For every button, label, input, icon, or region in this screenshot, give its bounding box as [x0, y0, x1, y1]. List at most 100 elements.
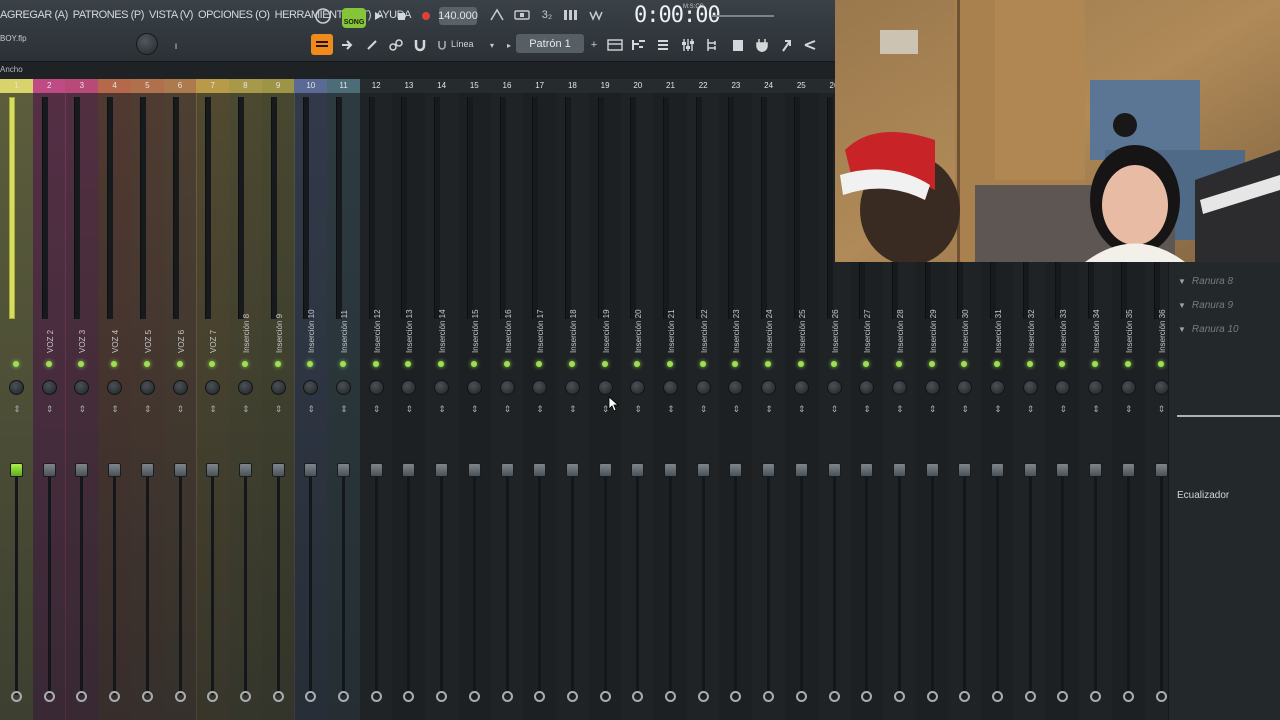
playlist-icon[interactable] [604, 35, 626, 55]
pan-knob[interactable] [205, 380, 221, 395]
send-route-button[interactable] [272, 691, 284, 702]
track-enable-led[interactable] [895, 361, 902, 367]
volume-fader[interactable] [500, 463, 514, 477]
paint-brush-icon[interactable] [361, 35, 383, 55]
wait-input-icon[interactable] [511, 5, 533, 25]
volume-fader[interactable] [1089, 463, 1103, 477]
track-enable-led[interactable] [176, 361, 183, 367]
track-label[interactable]: Inserción 30 [961, 309, 970, 353]
master-volume-slider[interactable] [712, 15, 774, 17]
countdown-icon[interactable]: 3₂ [536, 5, 558, 25]
volume-fader[interactable] [598, 463, 612, 477]
send-route-button[interactable] [338, 691, 349, 702]
send-route-button[interactable] [1057, 691, 1069, 702]
mixer-track[interactable]: 15 Inserción 15 ⇕ [457, 81, 491, 720]
pan-knob[interactable] [957, 380, 973, 395]
track-enable-led[interactable] [699, 361, 706, 367]
track-enable-led[interactable] [830, 361, 837, 367]
track-enable-led[interactable] [438, 361, 445, 367]
send-route-button[interactable] [1122, 691, 1134, 702]
stereo-separation-icon[interactable]: ⇕ [990, 405, 1006, 429]
volume-fader[interactable] [1121, 463, 1135, 477]
volume-fader[interactable] [140, 463, 154, 477]
track-enable-led[interactable] [667, 361, 673, 367]
fx-slot-8[interactable]: ▼ Ranura 8 [1178, 276, 1278, 296]
mixer-track[interactable]: 8 Inserción 8 ⇕ [228, 79, 262, 720]
cut-icon[interactable] [799, 35, 821, 55]
send-route-button[interactable] [403, 691, 415, 702]
track-label[interactable]: Inserción 22 [700, 309, 709, 353]
track-label[interactable]: Inserción 10 [307, 309, 316, 353]
pan-knob[interactable] [1088, 380, 1104, 395]
mixer-track[interactable]: 10 Inserción 10 ⇕ [294, 79, 328, 720]
send-route-button[interactable] [207, 691, 219, 702]
send-route-button[interactable] [632, 691, 644, 702]
track-label[interactable]: VOZ 3 [78, 330, 87, 353]
track-label[interactable]: Inserción 16 [504, 309, 513, 353]
track-label[interactable]: Inserción 32 [1027, 309, 1036, 353]
volume-fader[interactable] [1056, 463, 1070, 477]
track-label[interactable]: Inserción 21 [667, 309, 676, 353]
menu-vista[interactable]: VISTA (V) [149, 9, 193, 21]
volume-fader[interactable] [925, 463, 939, 477]
step-edit-icon[interactable] [560, 5, 582, 25]
pan-knob[interactable] [695, 380, 711, 395]
volume-fader[interactable] [631, 463, 645, 477]
mixer-track[interactable]: 18 Inserción 18 ⇕ [555, 81, 589, 720]
track-label[interactable]: Inserción 20 [634, 309, 643, 353]
stereo-separation-icon[interactable]: ⇕ [303, 405, 319, 429]
volume-fader[interactable] [467, 463, 481, 477]
metronome-icon[interactable] [486, 5, 508, 25]
track-label[interactable]: Inserción 26 [831, 309, 840, 353]
loop-record-icon[interactable] [585, 5, 607, 25]
stereo-separation-icon[interactable]: ⇕ [74, 405, 90, 429]
volume-fader[interactable] [892, 463, 906, 477]
mixer-track[interactable]: 24 Inserción 24 ⇕ [752, 81, 786, 720]
pattern-song-toggle-icon[interactable] [312, 6, 334, 26]
link-icon[interactable] [385, 35, 407, 55]
pan-knob[interactable] [663, 380, 678, 395]
mixer-track[interactable]: 23 Inserción 23 ⇕ [719, 81, 753, 720]
volume-fader[interactable] [10, 463, 23, 477]
track-label[interactable]: Inserción 11 [340, 310, 349, 353]
track-label[interactable]: Inserción 17 [536, 309, 545, 353]
track-label[interactable]: Inserción 25 [798, 309, 807, 353]
track-enable-led[interactable] [732, 361, 739, 367]
stereo-separation-icon[interactable]: ⇕ [827, 405, 843, 429]
volume-fader[interactable] [304, 463, 318, 477]
stereo-separation-icon[interactable]: ⇕ [957, 405, 973, 429]
mixer-track[interactable]: 4 VOZ 4 ⇕ [98, 79, 132, 720]
track-label[interactable]: VOZ 6 [177, 330, 186, 353]
stereo-separation-icon[interactable]: ⇕ [565, 405, 581, 429]
send-route-button[interactable] [1024, 691, 1036, 702]
track-enable-led[interactable] [143, 361, 150, 367]
stereo-separation-icon[interactable]: ⇕ [663, 405, 679, 429]
volume-fader[interactable] [1023, 463, 1037, 477]
volume-fader[interactable] [173, 463, 187, 477]
volume-fader[interactable] [337, 463, 350, 477]
track-label[interactable]: Inserción 24 [765, 309, 774, 353]
song-mode-button[interactable]: SONG [342, 8, 366, 28]
track-enable-led[interactable] [503, 361, 510, 367]
stop-icon[interactable] [390, 6, 412, 26]
send-route-button[interactable] [992, 691, 1003, 702]
volume-fader[interactable] [42, 463, 56, 477]
stereo-separation-icon[interactable]: ⇕ [500, 405, 516, 429]
stereo-separation-icon[interactable]: ⇕ [761, 405, 777, 429]
volume-fader[interactable] [271, 463, 285, 477]
plugin-picker-icon[interactable] [751, 35, 773, 55]
track-enable-led[interactable] [568, 361, 575, 367]
mixer-track[interactable]: 17 Inserción 17 ⇕ [523, 81, 557, 720]
send-route-button[interactable] [795, 691, 807, 702]
mixer-icon[interactable] [677, 35, 699, 55]
record-icon[interactable] [415, 6, 437, 26]
magnet-icon[interactable] [409, 35, 431, 55]
send-route-button[interactable] [1090, 691, 1102, 702]
send-route-button[interactable] [1155, 691, 1167, 702]
send-route-button[interactable] [436, 691, 448, 702]
track-enable-led[interactable] [1059, 361, 1066, 367]
pan-knob[interactable] [74, 380, 90, 395]
pan-knob[interactable] [564, 380, 580, 395]
snap-select[interactable]: Línea [451, 39, 474, 49]
stereo-separation-icon[interactable]: ⇕ [925, 405, 941, 429]
